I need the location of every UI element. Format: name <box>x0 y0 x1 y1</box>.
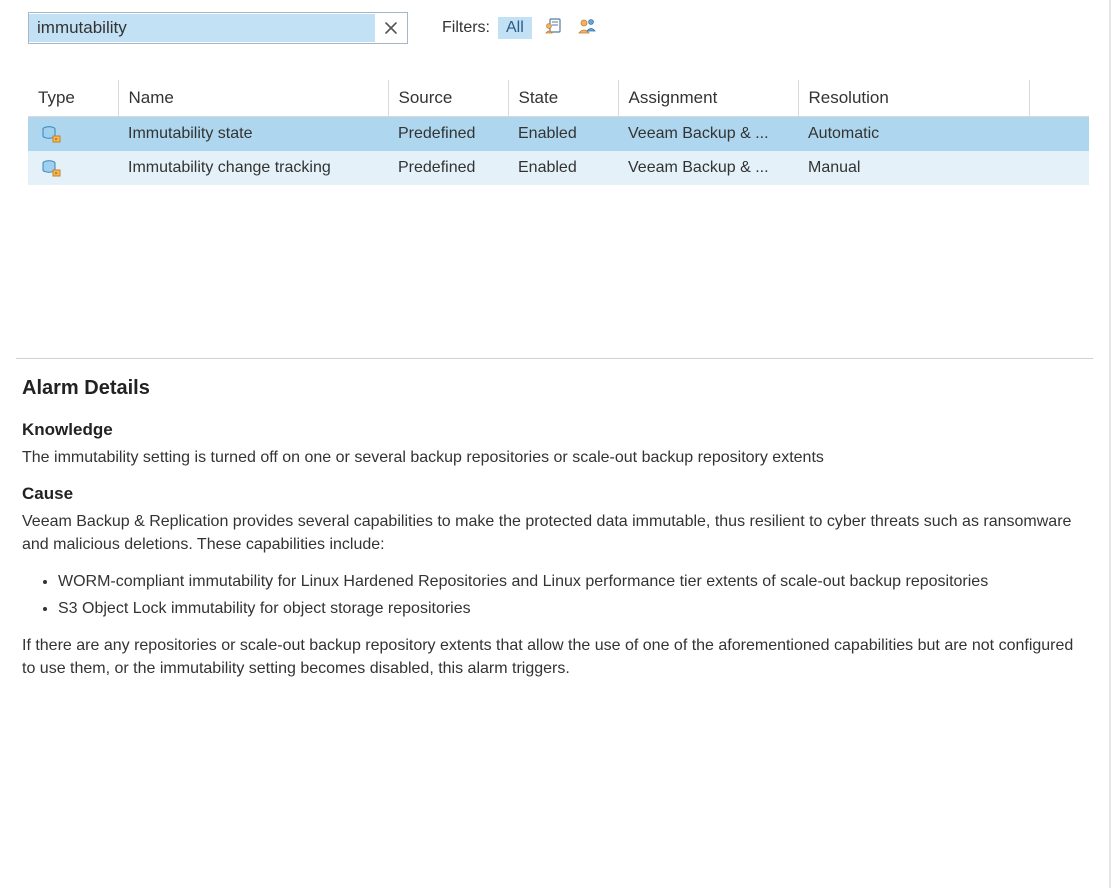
repository-alarm-icon <box>42 125 62 143</box>
cell-assignment: Veeam Backup & ... <box>618 151 798 185</box>
cell-name: Immutability change tracking <box>118 151 388 185</box>
repository-alarm-icon <box>42 159 62 177</box>
col-header-name[interactable]: Name <box>118 80 388 117</box>
cause-heading: Cause <box>22 484 1087 504</box>
alarm-details-panel[interactable]: Alarm Details Knowledge The immutability… <box>0 359 1109 888</box>
col-header-type[interactable]: Type <box>28 80 118 117</box>
cell-state: Enabled <box>508 117 618 152</box>
cause-footer: If there are any repositories or scale-o… <box>22 634 1087 680</box>
spacer <box>0 185 1109 358</box>
knowledge-heading: Knowledge <box>22 420 1087 440</box>
filters-label: Filters: <box>442 19 490 37</box>
clear-search-button[interactable] <box>375 13 407 43</box>
cause-bullets: WORM-compliant immutability for Linux Ha… <box>40 570 1087 620</box>
close-icon <box>384 21 398 35</box>
document-person-icon <box>544 16 564 36</box>
search-input[interactable] <box>29 14 375 42</box>
filter-all-button[interactable]: All <box>498 17 532 39</box>
table-row[interactable]: Immutability change tracking Predefined … <box>28 151 1089 185</box>
knowledge-text: The immutability setting is turned off o… <box>22 446 1087 469</box>
people-icon <box>576 16 598 36</box>
cell-name: Immutability state <box>118 117 388 152</box>
cause-text: Veeam Backup & Replication provides seve… <box>22 510 1087 556</box>
cause-bullet: S3 Object Lock immutability for object s… <box>58 597 1087 620</box>
table-header-row: Type Name Source State Assignment Resolu… <box>28 80 1089 117</box>
filter-toolbar: Filters: All <box>0 0 1109 52</box>
cell-state: Enabled <box>508 151 618 185</box>
cell-resolution: Automatic <box>798 117 1029 152</box>
search-box[interactable] <box>28 12 408 44</box>
filters-group: Filters: All <box>442 16 598 41</box>
col-header-resolution[interactable]: Resolution <box>798 80 1029 117</box>
cell-resolution: Manual <box>798 151 1029 185</box>
filter-internal-button[interactable] <box>544 16 564 41</box>
cell-type <box>28 117 118 152</box>
cell-assignment: Veeam Backup & ... <box>618 117 798 152</box>
col-header-state[interactable]: State <box>508 80 618 117</box>
alarms-table: Type Name Source State Assignment Resolu… <box>28 80 1089 185</box>
cause-bullet: WORM-compliant immutability for Linux Ha… <box>58 570 1087 593</box>
col-header-assignment[interactable]: Assignment <box>618 80 798 117</box>
alarms-table-area: Type Name Source State Assignment Resolu… <box>0 52 1109 185</box>
cell-source: Predefined <box>388 117 508 152</box>
col-header-source[interactable]: Source <box>388 80 508 117</box>
cell-source: Predefined <box>388 151 508 185</box>
table-row[interactable]: Immutability state Predefined Enabled Ve… <box>28 117 1089 152</box>
filter-users-button[interactable] <box>576 16 598 41</box>
alarms-window: Filters: All <box>0 0 1111 888</box>
cell-type <box>28 151 118 185</box>
details-title: Alarm Details <box>22 377 1087 400</box>
col-header-pad <box>1029 80 1089 117</box>
